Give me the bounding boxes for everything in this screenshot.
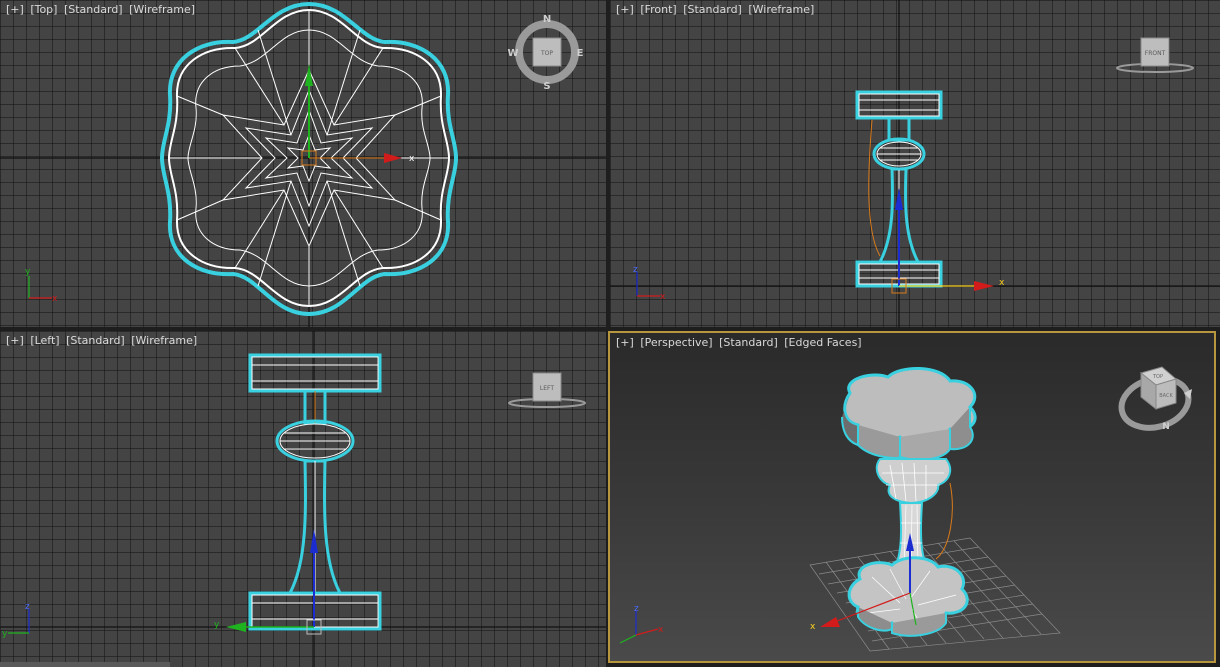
axis-tripod-left: z y — [2, 602, 30, 639]
viewport-plus-menu[interactable]: [+] — [616, 3, 634, 16]
viewport-label-front: [+] [Front] [Standard] [Wireframe] — [616, 3, 817, 17]
axis-tripod-front: z x — [633, 265, 666, 302]
compass-n: N — [1162, 422, 1170, 432]
status-strip — [0, 662, 170, 667]
viewport-shading-standard-menu[interactable]: [Standard] — [719, 336, 778, 349]
viewport-label-perspective: [+] [Perspective] [Standard] [Edged Face… — [616, 336, 865, 350]
gizmo-x-label: x — [810, 622, 816, 632]
viewport-view-menu[interactable]: [Perspective] — [640, 336, 712, 349]
viewcube-face-label: LEFT — [540, 385, 554, 392]
viewport-plus-menu[interactable]: [+] — [6, 334, 24, 347]
viewcube-left[interactable]: LEFT — [508, 372, 586, 408]
tripod-x-label: x — [660, 292, 666, 302]
top-scene: x y x TOP N S E W — [0, 0, 606, 327]
viewport-plus-menu[interactable]: [+] — [6, 3, 24, 16]
viewport-display-mode-menu[interactable]: [Wireframe] — [131, 334, 197, 347]
transform-gizmo-left[interactable]: y — [214, 529, 322, 635]
perspective-scene: x z x TOP BACK N — [619, 366, 1194, 652]
viewport-top[interactable]: [+] [Top] [Standard] [Wireframe] x y x T… — [0, 0, 606, 327]
gizmo-y-label: y — [214, 620, 220, 630]
viewport-view-menu[interactable]: [Top] — [30, 3, 57, 16]
viewport-shading-standard-menu[interactable]: [Standard] — [66, 334, 125, 347]
tripod-z-label: z — [634, 604, 639, 614]
front-scene: x z x FRONT — [610, 0, 1220, 327]
axis-tripod-perspective: z x — [619, 604, 664, 644]
viewport-front[interactable]: [+] [Front] [Standard] [Wireframe] x z x… — [610, 0, 1220, 327]
axis-tripod-top: y x — [25, 267, 58, 304]
viewcube-face-front-label: BACK — [1159, 393, 1173, 399]
viewport-shading-standard-menu[interactable]: [Standard] — [64, 3, 123, 16]
tripod-y-label: y — [25, 267, 31, 277]
viewport-label-top: [+] [Top] [Standard] [Wireframe] — [6, 3, 198, 17]
candle-holder-perspective[interactable] — [841, 366, 977, 637]
viewport-shading-standard-menu[interactable]: [Standard] — [683, 3, 742, 16]
viewcube-face-label: FRONT — [1145, 50, 1166, 57]
viewcube-top[interactable]: TOP N S E W — [507, 14, 583, 92]
compass-n: N — [543, 14, 551, 25]
viewport-left[interactable]: [+] [Left] [Standard] [Wireframe] y z y … — [0, 331, 606, 667]
viewport-view-menu[interactable]: [Left] — [30, 334, 59, 347]
tripod-z-label: z — [633, 265, 638, 275]
tripod-z-label: z — [25, 602, 30, 612]
left-scene: y z y LEFT — [0, 331, 606, 667]
viewport-perspective[interactable]: [+] [Perspective] [Standard] [Edged Face… — [608, 331, 1216, 663]
viewport-display-mode-menu[interactable]: [Edged Faces] — [784, 336, 861, 349]
viewcube-front[interactable]: FRONT — [1116, 37, 1194, 73]
compass-w: W — [507, 48, 518, 59]
viewcube-perspective[interactable]: TOP BACK N — [1116, 366, 1194, 435]
viewcube-face-label: TOP — [540, 50, 553, 57]
compass-e: E — [577, 48, 584, 59]
tripod-x-label: x — [658, 625, 664, 635]
gizmo-x-label: x — [999, 278, 1005, 288]
compass-s: S — [543, 81, 550, 92]
tripod-x-label: x — [52, 294, 58, 304]
gizmo-x-label: x — [409, 154, 415, 164]
viewcube-face-top-label: TOP — [1152, 374, 1163, 380]
viewport-view-menu[interactable]: [Front] — [640, 3, 676, 16]
viewport-display-mode-menu[interactable]: [Wireframe] — [129, 3, 195, 16]
viewport-plus-menu[interactable]: [+] — [616, 336, 634, 349]
tripod-y-label: y — [2, 629, 8, 639]
viewport-display-mode-menu[interactable]: [Wireframe] — [748, 3, 814, 16]
viewport-label-left: [+] [Left] [Standard] [Wireframe] — [6, 334, 200, 348]
